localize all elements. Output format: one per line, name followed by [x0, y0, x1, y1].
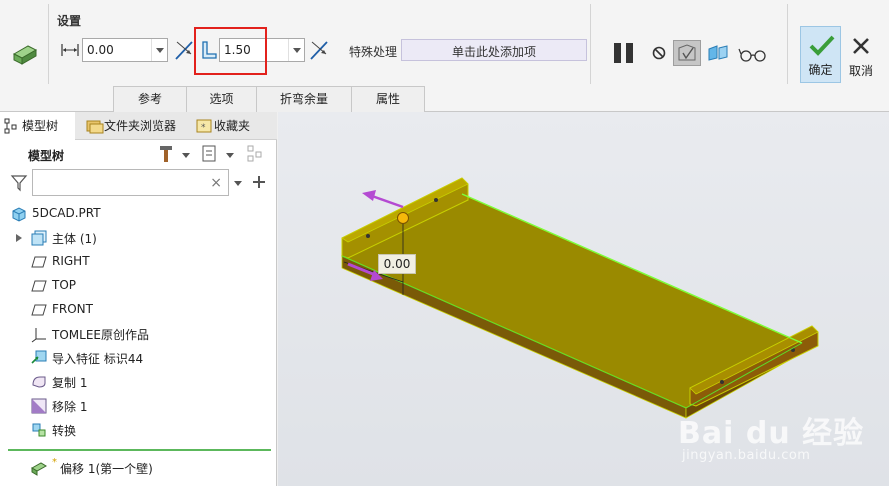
svg-text:*: *	[201, 123, 206, 133]
no-preview-icon[interactable]	[652, 46, 666, 60]
insert-marker-icon: *	[52, 457, 57, 468]
coordinate-system-icon	[31, 328, 46, 343]
flip-thickness-icon[interactable]	[308, 38, 330, 62]
length-value: 0.00	[87, 43, 114, 57]
favorites-icon: *	[196, 119, 212, 133]
datum-plane-icon	[31, 256, 47, 268]
app-window: 设置 0.00 1.50 特殊处理 单击此处添加项 确定 取消 参考 选项 折弯…	[0, 0, 889, 486]
pause-icon[interactable]	[612, 41, 636, 65]
checkmark-icon	[809, 35, 835, 56]
special-handling-placeholder: 单击此处添加项	[451, 45, 536, 59]
preview-toggle[interactable]	[673, 40, 701, 66]
special-handling-collector[interactable]: 单击此处添加项	[401, 39, 587, 61]
tree-item-flange-wall[interactable]: * 偏移 1(第一个壁)	[0, 457, 270, 479]
tree-item-copy[interactable]: 复制 1	[0, 371, 270, 393]
body-icon	[31, 230, 47, 246]
tree-item-label: 导入特征 标识44	[52, 352, 144, 366]
tab-bend-allowance[interactable]: 折弯余量	[256, 86, 352, 112]
length-dropdown-arrow[interactable]	[151, 39, 167, 61]
convert-feature-icon	[32, 423, 46, 437]
tree-item-label: 主体 (1)	[52, 232, 97, 246]
length-combo[interactable]: 0.00	[82, 38, 168, 62]
model-tree-title: 模型树	[28, 149, 65, 163]
tree-item-convert[interactable]: 转换	[0, 419, 270, 441]
settings-tool-icon[interactable]	[158, 144, 192, 164]
tab-options[interactable]: 选项	[186, 86, 257, 112]
tree-item-csys[interactable]: TOMLEE原创作品	[0, 323, 270, 345]
datum-plane-icon	[31, 304, 47, 316]
feature-dashboard: 设置 0.00 1.50 特殊处理 单击此处添加项 确定 取消 参考 选项 折弯…	[0, 0, 889, 112]
tab-favorites-label: 收藏夹	[214, 119, 251, 133]
tab-references[interactable]: 参考	[113, 86, 187, 112]
ok-button[interactable]: 确定	[800, 26, 841, 83]
tree-item-import[interactable]: 导入特征 标识44	[0, 347, 270, 369]
tree-item-label: RIGHT	[52, 254, 90, 268]
tree-item-right[interactable]: RIGHT	[0, 251, 270, 273]
thickness-highlight-box	[194, 27, 267, 75]
watermark-sub: jingyan.baidu.com	[682, 448, 811, 463]
remove-feature-icon	[31, 398, 47, 414]
tree-item-label: TOMLEE原创作品	[52, 328, 149, 342]
geometry-preview-icon[interactable]	[707, 44, 729, 62]
sheetmetal-wall-icon	[12, 45, 38, 65]
copy-feature-icon	[32, 376, 46, 388]
tree-item-front[interactable]: FRONT	[0, 299, 270, 321]
navigator-panel: 模型树 文件夹浏览器 * 收藏夹 模型树 × 5DCAD.PRT 主体 (1) …	[0, 112, 277, 486]
tree-item-remove[interactable]: 移除 1	[0, 395, 270, 417]
ok-label: 确定	[808, 63, 833, 77]
filter-icon	[10, 175, 28, 192]
part-icon	[12, 207, 26, 222]
cancel-button[interactable]: 取消	[843, 26, 879, 83]
tree-item-label: 移除 1	[52, 400, 88, 414]
settings-group-title: 设置	[57, 14, 82, 28]
tab-folder-browser-label: 文件夹浏览器	[104, 119, 177, 133]
tab-properties[interactable]: 属性	[351, 86, 425, 112]
tab-model-tree[interactable]: 模型树	[0, 112, 75, 140]
thickness-dropdown-arrow[interactable]	[288, 39, 304, 61]
watermark-main: Bai du 经验	[678, 416, 865, 451]
insert-here-indicator	[8, 449, 271, 451]
graphics-window[interactable]: 0.00 Bai du 经验 jingyan.baidu.com	[278, 112, 889, 486]
tree-item-label: 复制 1	[52, 376, 88, 390]
filter-tree-icon[interactable]	[246, 144, 268, 164]
flip-direction-icon[interactable]	[173, 38, 195, 62]
import-feature-icon	[31, 350, 47, 364]
special-handling-label: 特殊处理	[349, 45, 398, 59]
cancel-label: 取消	[848, 64, 873, 78]
tree-item-label: 转换	[52, 424, 77, 438]
tree-root-part[interactable]: 5DCAD.PRT	[0, 203, 270, 225]
length-dimension-icon	[61, 44, 79, 56]
datum-plane-icon	[31, 280, 47, 292]
verify-preview-icon	[678, 44, 696, 61]
tree-item-label: 偏移 1(第一个壁)	[60, 462, 153, 476]
tree-item-top[interactable]: TOP	[0, 275, 270, 297]
navigator-tabs: 模型树 文件夹浏览器 * 收藏夹	[0, 112, 277, 140]
tree-item-label: TOP	[52, 278, 77, 292]
add-icon[interactable]	[252, 175, 266, 189]
search-input[interactable]: ×	[32, 169, 229, 196]
baidu-watermark: Bai du 经验 jingyan.baidu.com	[678, 408, 865, 463]
search-dropdown-arrow-icon[interactable]	[233, 178, 243, 188]
tree-item-label: FRONT	[52, 302, 93, 316]
glasses-preview-icon[interactable]	[738, 46, 768, 62]
dimension-value-label[interactable]: 0.00	[378, 254, 416, 274]
tree-root-label: 5DCAD.PRT	[32, 206, 101, 220]
clear-search-icon[interactable]: ×	[210, 175, 222, 191]
show-tool-icon[interactable]	[200, 144, 238, 164]
expand-arrow-icon[interactable]	[16, 234, 22, 242]
folder-icon	[86, 120, 104, 134]
wall-feature-icon	[31, 462, 47, 476]
tab-model-tree-label: 模型树	[22, 119, 59, 133]
close-icon	[853, 38, 869, 54]
tab-folder-browser[interactable]: 文件夹浏览器	[82, 112, 190, 140]
tree-item-body[interactable]: 主体 (1)	[0, 227, 270, 249]
model-tree-icon	[4, 118, 17, 134]
tab-favorites[interactable]: * 收藏夹	[192, 112, 272, 140]
